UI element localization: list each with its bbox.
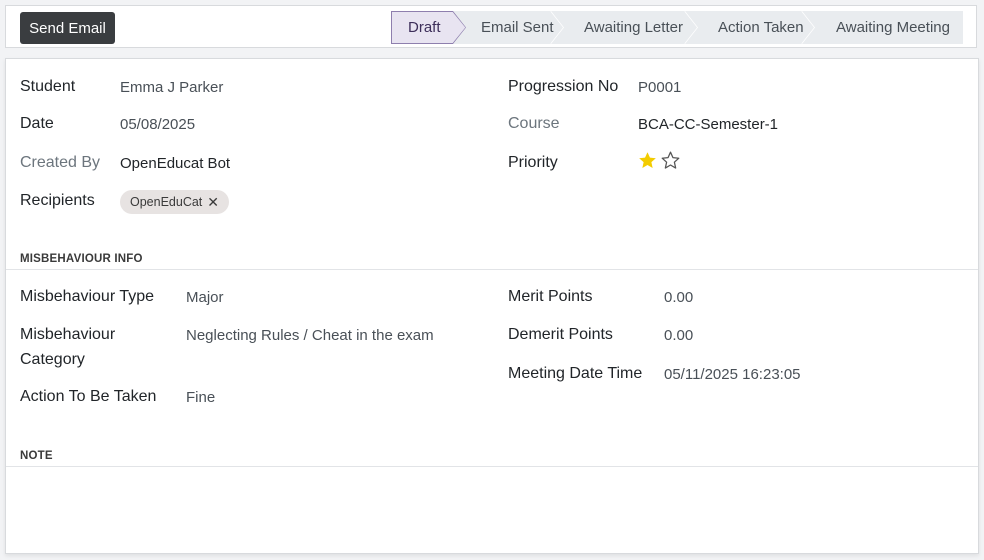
progression-no-field: P0001: [638, 79, 682, 96]
status-stage-email-sent[interactable]: Email Sent: [453, 11, 565, 44]
recipient-tag-label: OpenEduCat: [130, 195, 203, 209]
student-label: Student: [20, 78, 76, 95]
status-stage-awaiting-letter[interactable]: Awaiting Letter: [551, 11, 699, 44]
misbehaviour-info-heading: MISBEHAVIOUR INFO: [20, 253, 143, 265]
meeting-date-time-label: Meeting Date Time: [508, 365, 643, 382]
misbehaviour-type-field[interactable]: Major: [186, 289, 224, 306]
misbehaviour-category-label-line2: Category: [20, 351, 85, 368]
status-bar: Draft Email Sent Awaiting Letter Action …: [391, 11, 963, 44]
form-sheet: Student Emma J Parker Date 05/08/2025 Cr…: [5, 58, 979, 554]
merit-points-label: Merit Points: [508, 288, 593, 305]
control-panel: Send Email Draft Email Sent Awaiting Let…: [5, 5, 977, 48]
date-label: Date: [20, 115, 54, 132]
remove-tag-icon[interactable]: ✕: [207, 194, 219, 211]
status-stage-label: Action Taken: [718, 19, 804, 36]
status-stage-action-taken[interactable]: Action Taken: [685, 11, 816, 44]
progression-no-label: Progression No: [508, 78, 619, 95]
recipients-label: Recipients: [20, 192, 95, 209]
section-divider: [6, 269, 978, 270]
action-to-be-taken-label: Action To Be Taken: [20, 388, 157, 405]
created-by-label: Created By: [20, 154, 101, 171]
demerit-points-field[interactable]: 0.00: [664, 327, 693, 344]
star-filled-icon[interactable]: [638, 151, 657, 170]
date-field[interactable]: 05/08/2025: [120, 116, 195, 133]
star-empty-icon[interactable]: [661, 151, 680, 170]
demerit-points-label: Demerit Points: [508, 326, 613, 343]
meeting-date-time-field[interactable]: 05/11/2025 16:23:05: [664, 366, 801, 383]
course-label: Course: [508, 115, 560, 132]
priority-label: Priority: [508, 154, 558, 171]
status-stage-label: Awaiting Letter: [584, 19, 683, 36]
course-field: BCA-CC-Semester-1: [638, 116, 779, 133]
misbehaviour-type-label: Misbehaviour Type: [20, 288, 154, 305]
misbehaviour-category-label-line1: Misbehaviour: [20, 326, 116, 343]
note-editor[interactable]: [20, 473, 964, 543]
status-stage-label: Email Sent: [481, 19, 554, 36]
send-email-button[interactable]: Send Email: [20, 12, 115, 44]
section-divider: [6, 466, 978, 467]
recipient-tag: OpenEduCat ✕: [120, 190, 230, 214]
merit-points-field[interactable]: 0.00: [664, 289, 693, 306]
action-to-be-taken-field[interactable]: Fine: [186, 389, 215, 406]
misbehaviour-category-field[interactable]: Neglecting Rules / Cheat in the exam: [186, 327, 438, 344]
created-by-field: OpenEducat Bot: [120, 155, 231, 172]
status-stage-awaiting-meeting[interactable]: Awaiting Meeting: [802, 11, 963, 44]
status-stage-label: Draft: [408, 19, 441, 36]
student-field[interactable]: Emma J Parker: [120, 79, 223, 96]
status-stage-label: Awaiting Meeting: [836, 19, 950, 36]
note-heading: NOTE: [20, 450, 53, 462]
